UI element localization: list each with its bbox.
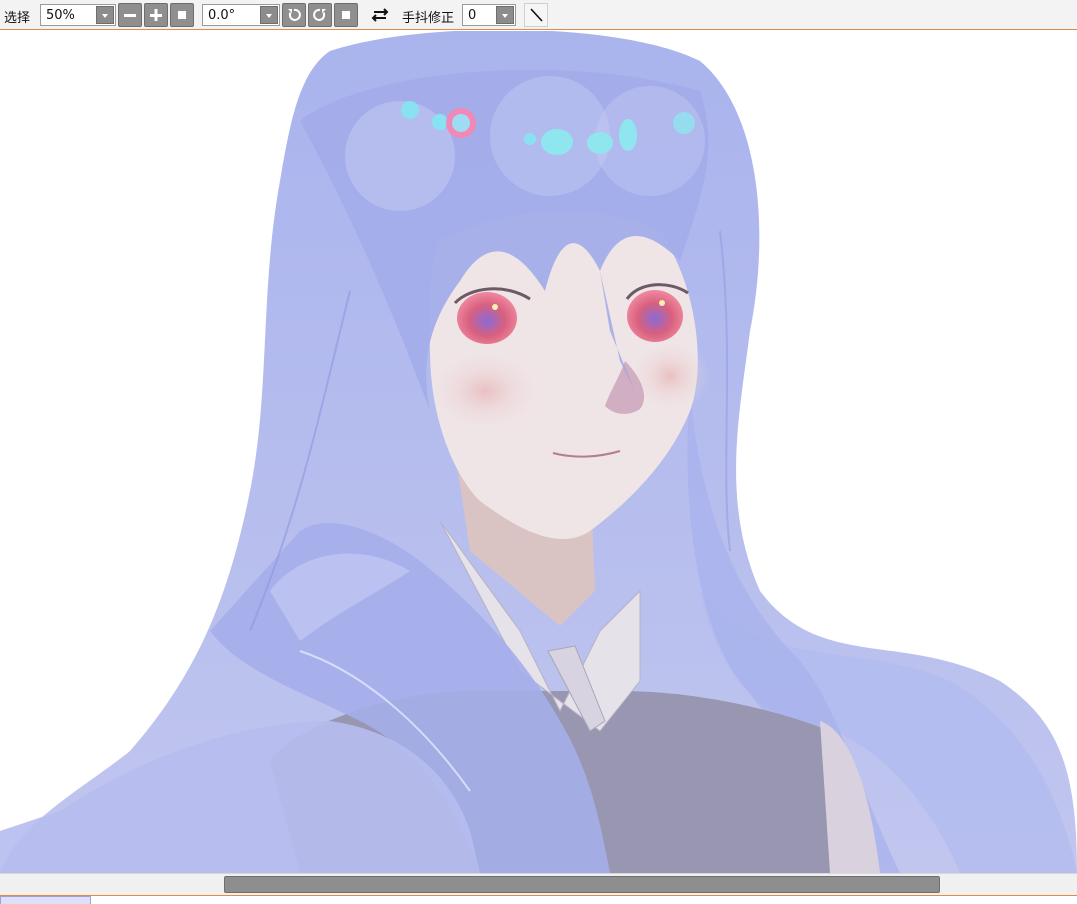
rotate-ccw-button[interactable]: [282, 3, 306, 27]
flip-horizontal-icon: [371, 8, 389, 22]
divider: [0, 895, 1077, 896]
stabilizer-value[interactable]: 0: [468, 8, 476, 23]
rotation-value[interactable]: 0.0°: [208, 8, 235, 23]
rotate-ccw-icon: [288, 8, 301, 21]
minus-icon: [124, 14, 136, 17]
line-tool-button[interactable]: [524, 3, 548, 27]
rotation-reset-button[interactable]: [334, 3, 358, 27]
select-label: 选择: [4, 11, 31, 26]
diagonal-line-icon: [530, 8, 543, 22]
zoom-combobox[interactable]: 50%: [40, 4, 116, 26]
flip-horizontal-button[interactable]: [368, 3, 392, 27]
zoom-out-button[interactable]: [118, 3, 142, 27]
zoom-reset-button[interactable]: [170, 3, 194, 27]
zoom-in-button[interactable]: [144, 3, 168, 27]
square-icon: [178, 11, 186, 19]
rotate-cw-icon: [313, 8, 326, 21]
rotate-cw-button[interactable]: [308, 3, 332, 27]
horizontal-scrollbar[interactable]: [0, 873, 1077, 895]
chevron-down-icon[interactable]: [96, 6, 114, 24]
scrollbar-thumb[interactable]: [224, 876, 940, 893]
square-icon: [342, 11, 350, 19]
stabilizer-label: 手抖修正: [402, 11, 455, 26]
rotation-combobox[interactable]: 0.0°: [202, 4, 280, 26]
plus-icon: [150, 9, 162, 21]
chevron-down-icon[interactable]: [260, 6, 278, 24]
chevron-down-icon[interactable]: [496, 6, 514, 24]
stabilizer-combobox[interactable]: 0: [462, 4, 516, 26]
canvas-toolbar: 选择 50% 0.0° 手抖修正 0: [0, 0, 1077, 30]
artwork-illustration: [0, 31, 1077, 873]
drawing-canvas[interactable]: [0, 31, 1077, 873]
document-tab[interactable]: [0, 896, 91, 904]
zoom-value[interactable]: 50%: [46, 8, 75, 23]
